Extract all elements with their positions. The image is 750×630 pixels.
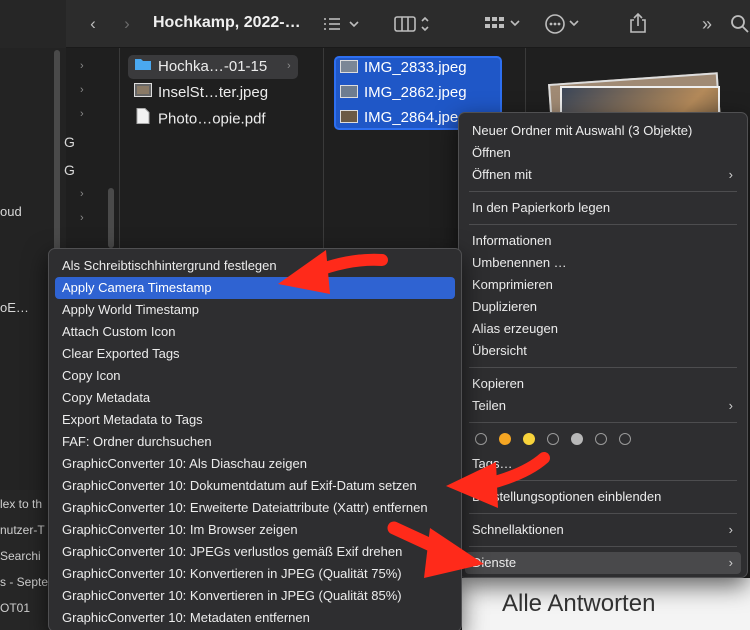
- chevron-right-icon: ›: [287, 60, 291, 72]
- menu-item-compress[interactable]: Komprimieren: [465, 274, 741, 296]
- overflow-chevrons-icon[interactable]: »: [696, 0, 718, 48]
- services-item[interactable]: FAF: Ordner durchsuchen: [55, 431, 455, 453]
- services-item[interactable]: Export Metadata to Tags: [55, 409, 455, 431]
- menu-item-open-with[interactable]: Öffnen mit ›: [465, 164, 741, 186]
- chevron-left-icon[interactable]: ‹: [82, 0, 104, 48]
- more-actions-icon[interactable]: [544, 13, 584, 40]
- sidebar-fragment[interactable]: oE…: [0, 300, 29, 315]
- services-item[interactable]: Apply World Timestamp: [55, 299, 455, 321]
- list-item-image[interactable]: IMG_2833.jpeg: [340, 57, 467, 79]
- services-item[interactable]: GraphicConverter 10: Im Browser zeigen: [55, 519, 455, 541]
- services-item[interactable]: Als Schreibtischhintergrund festlegen: [55, 255, 455, 277]
- list-item-file[interactable]: Photo…opie.pdf: [134, 108, 266, 130]
- menu-item-copy[interactable]: Kopieren: [465, 373, 741, 395]
- chevron-right-icon: ›: [80, 108, 84, 120]
- chevron-right-icon: ›: [80, 212, 84, 224]
- menu-item-get-info[interactable]: Informationen: [465, 230, 741, 252]
- menu-item-rename[interactable]: Umbenennen …: [465, 252, 741, 274]
- services-item[interactable]: GraphicConverter 10: JPEGs verlustlos ge…: [55, 541, 455, 563]
- column-view-icon[interactable]: [394, 14, 434, 39]
- services-item[interactable]: GraphicConverter 10: Als Diaschau zeigen: [55, 453, 455, 475]
- menu-separator: [469, 191, 737, 192]
- menu-item-show-view-options[interactable]: Darstellungsoptionen einblenden: [465, 486, 741, 508]
- services-item[interactable]: GraphicConverter 10: Konvertieren in JPE…: [55, 563, 455, 585]
- list-fragment: lex to th: [0, 497, 43, 511]
- list-fragment: OT01: [0, 601, 31, 615]
- services-item[interactable]: GraphicConverter 10: Metadaten entfernen: [55, 607, 455, 629]
- menu-item-open[interactable]: Öffnen: [465, 142, 741, 164]
- window-title: Hochkamp, 2022-…: [153, 14, 301, 31]
- tag-color-gray-icon[interactable]: [571, 433, 583, 445]
- list-item-file[interactable]: InselSt…ter.jpeg: [134, 82, 268, 104]
- tag-color-blue-icon[interactable]: [595, 433, 607, 445]
- chevron-right-icon: ›: [80, 188, 84, 200]
- tag-color-yellow-icon[interactable]: [523, 433, 535, 445]
- image-thumbnail-icon: [340, 60, 358, 73]
- list-fragment: s - Septe: [0, 575, 49, 589]
- list-item-image[interactable]: IMG_2864.jpeg: [340, 107, 467, 129]
- tag-color-green-icon[interactable]: [547, 433, 559, 445]
- list-item-folder[interactable]: Hochka…-01-15: [134, 56, 267, 78]
- chevron-right-icon: ›: [728, 522, 733, 537]
- chevron-right-icon: ›: [728, 555, 733, 570]
- chevron-right-icon: ›: [728, 167, 733, 182]
- menu-separator: [469, 480, 737, 481]
- menu-separator: [469, 422, 737, 423]
- context-menu: Neuer Ordner mit Auswahl (3 Objekte) Öff…: [458, 112, 748, 578]
- services-item-apply-camera-timestamp[interactable]: Apply Camera Timestamp: [55, 277, 455, 299]
- column-scrollbar[interactable]: [108, 188, 114, 248]
- group-by-icon[interactable]: [484, 14, 524, 39]
- column-letter: G: [64, 162, 75, 178]
- toolbar-sidebar-segment: [0, 0, 66, 48]
- image-file-icon: [134, 82, 152, 104]
- folder-icon: [134, 56, 152, 78]
- tag-color-orange-icon[interactable]: [499, 433, 511, 445]
- sidebar-fragment[interactable]: oud: [0, 204, 22, 219]
- menu-separator: [469, 367, 737, 368]
- image-thumbnail-icon: [340, 110, 358, 123]
- chevron-right-icon: ›: [728, 398, 733, 413]
- menu-item-quick-actions[interactable]: Schnellaktionen ›: [465, 519, 741, 541]
- services-item[interactable]: Copy Icon: [55, 365, 455, 387]
- column-letter: G: [64, 134, 75, 150]
- menu-item-duplicate[interactable]: Duplizieren: [465, 296, 741, 318]
- chevron-right-icon: ›: [80, 84, 84, 96]
- services-item[interactable]: Attach Custom Icon: [55, 321, 455, 343]
- menu-item-services[interactable]: Dienste ›: [465, 552, 741, 574]
- mail-preview-text: Alle Antworten: [502, 590, 656, 617]
- menu-item-share[interactable]: Teilen ›: [465, 395, 741, 417]
- menu-item-tags[interactable]: Tags…: [465, 453, 741, 475]
- chevron-right-icon: ›: [80, 60, 84, 72]
- services-item[interactable]: GraphicConverter 10: Konvertieren in JPE…: [55, 585, 455, 607]
- chevron-right-icon[interactable]: ›: [116, 0, 138, 48]
- menu-item-new-folder-with-selection[interactable]: Neuer Ordner mit Auswahl (3 Objekte): [465, 120, 741, 142]
- menu-item-quick-look[interactable]: Übersicht: [465, 340, 741, 362]
- pdf-file-icon: [134, 108, 152, 131]
- image-thumbnail-icon: [340, 85, 358, 98]
- menu-separator: [469, 513, 737, 514]
- share-icon[interactable]: [628, 12, 648, 39]
- menu-item-move-to-trash[interactable]: In den Papierkorb legen: [465, 197, 741, 219]
- tag-color-none-icon[interactable]: [475, 433, 487, 445]
- list-view-icon[interactable]: [322, 16, 362, 37]
- services-item[interactable]: Copy Metadata: [55, 387, 455, 409]
- menu-separator: [469, 224, 737, 225]
- services-item[interactable]: GraphicConverter 10: Dokumentdatum auf E…: [55, 475, 455, 497]
- list-fragment: nutzer-T: [0, 523, 45, 537]
- menu-item-make-alias[interactable]: Alias erzeugen: [465, 318, 741, 340]
- tag-color-purple-icon[interactable]: [619, 433, 631, 445]
- services-item[interactable]: GraphicConverter 10: Erweiterte Dateiatt…: [55, 497, 455, 519]
- services-submenu: Als Schreibtischhintergrund festlegen Ap…: [48, 248, 462, 630]
- list-fragment: Searchi: [0, 549, 41, 563]
- search-icon[interactable]: [730, 14, 750, 39]
- services-item[interactable]: Clear Exported Tags: [55, 343, 455, 365]
- list-item-image[interactable]: IMG_2862.jpeg: [340, 82, 467, 104]
- menu-separator: [469, 546, 737, 547]
